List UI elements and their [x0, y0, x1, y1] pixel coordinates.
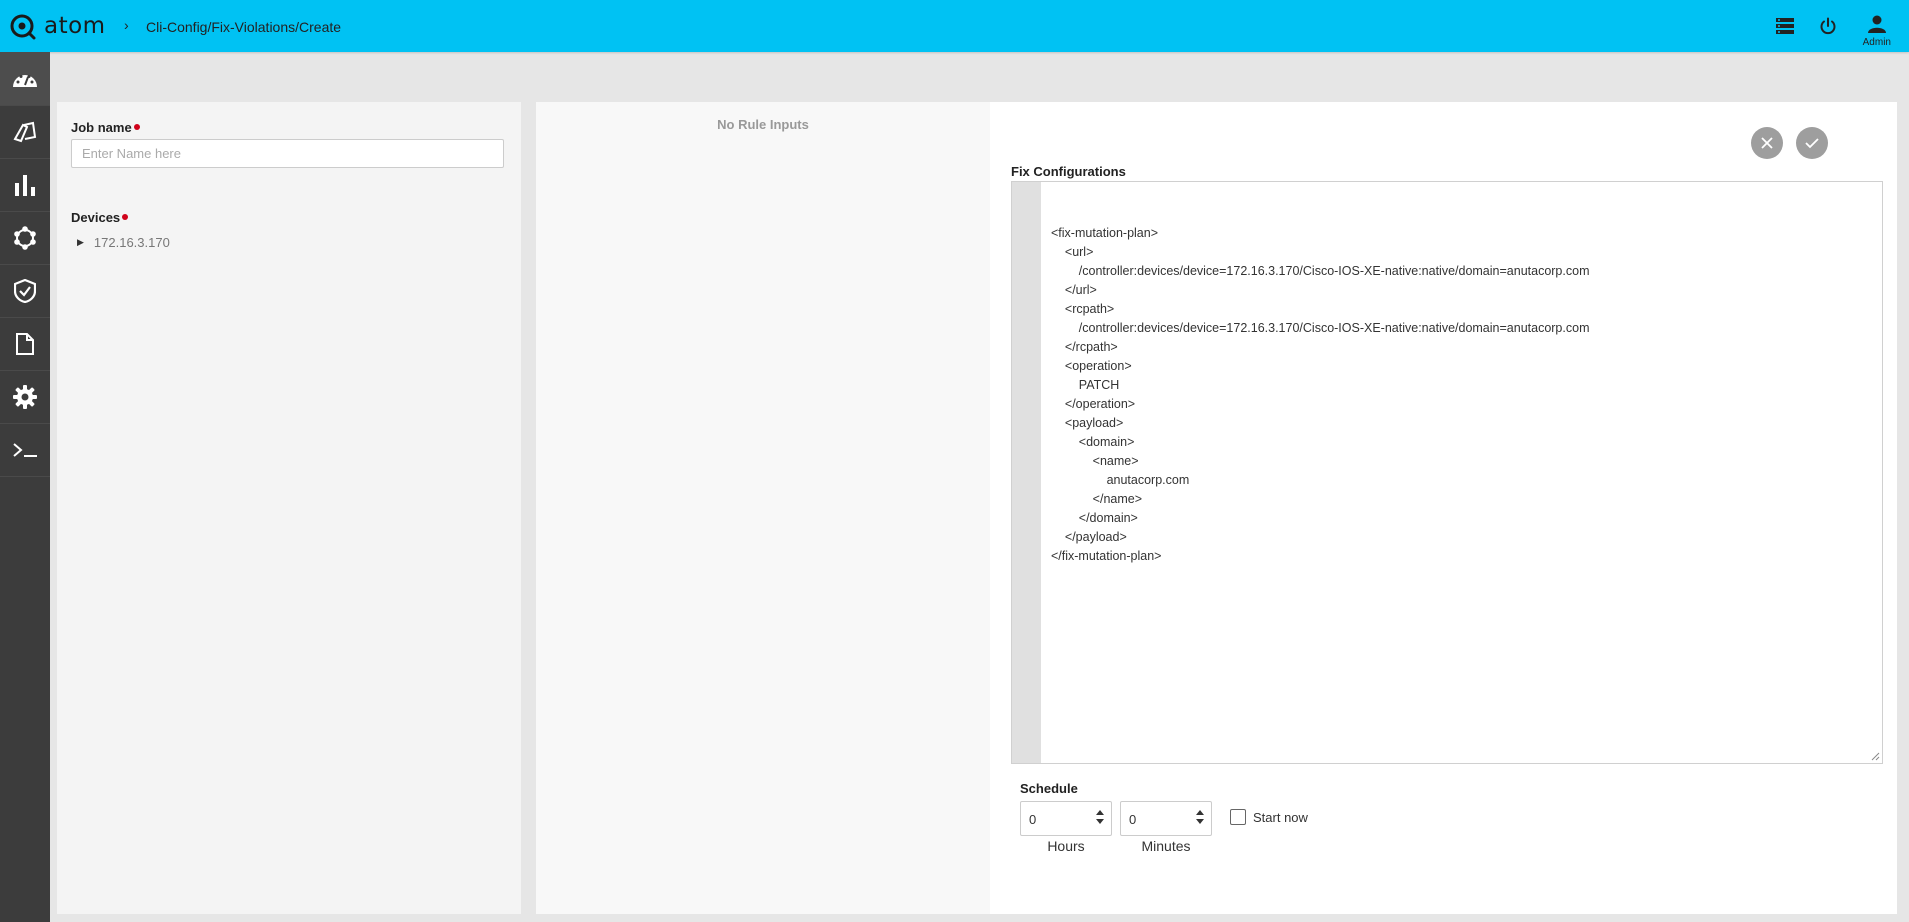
- start-now-checkbox[interactable]: [1230, 809, 1246, 825]
- resize-handle-icon[interactable]: [1870, 751, 1880, 761]
- document-icon: [16, 332, 34, 355]
- editor-gutter: [1012, 182, 1041, 763]
- breadcrumb: Cli-Config/Fix-Violations/Create: [146, 19, 342, 35]
- fix-config-editor[interactable]: <fix-mutation-plan> <url> /controller:de…: [1011, 181, 1883, 764]
- sidebar-item-settings[interactable]: [0, 370, 50, 424]
- device-tree-item[interactable]: ▶ 172.16.3.170: [77, 235, 170, 250]
- app-logo[interactable]: atom: [8, 11, 106, 41]
- hours-value: 0: [1029, 812, 1037, 827]
- sidebar-item-terminal[interactable]: [0, 423, 50, 477]
- job-form-panel: Job name Devices ▶ 172.16.3.170: [57, 102, 521, 914]
- minutes-label: Minutes: [1141, 838, 1191, 854]
- fix-configurations-label: Fix Configurations: [1011, 164, 1126, 179]
- rule-inputs-panel: No Rule Inputs: [536, 102, 990, 914]
- resource-manager-icon: [13, 121, 37, 142]
- compliance-icon: [14, 278, 36, 303]
- hours-stepper[interactable]: 0: [1020, 801, 1112, 836]
- fix-config-code[interactable]: <fix-mutation-plan> <url> /controller:de…: [1051, 224, 1589, 566]
- sidebar-item-documents[interactable]: [0, 317, 50, 371]
- sidebar-item-dashboard[interactable]: [0, 52, 50, 106]
- breadcrumb-separator: ›: [124, 17, 129, 33]
- sidebar-item-resources[interactable]: [0, 105, 50, 159]
- minutes-stepper[interactable]: 0: [1120, 801, 1212, 836]
- check-icon: [1805, 138, 1819, 149]
- job-name-label: Job name: [71, 120, 140, 135]
- schedule-label: Schedule: [1020, 781, 1078, 796]
- no-rule-inputs-text: No Rule Inputs: [717, 117, 809, 132]
- stepper-arrows-icon[interactable]: [1196, 810, 1204, 824]
- cancel-button[interactable]: [1751, 127, 1783, 159]
- required-indicator: [133, 124, 140, 130]
- submit-button[interactable]: [1796, 127, 1828, 159]
- hours-label: Hours: [1047, 838, 1085, 854]
- sidebar-item-analytics[interactable]: [0, 158, 50, 212]
- power-icon[interactable]: [1816, 14, 1840, 38]
- devices-label: Devices: [71, 210, 129, 225]
- close-icon: [1761, 137, 1773, 149]
- start-now-label[interactable]: Start now: [1253, 810, 1308, 825]
- expand-arrow-icon[interactable]: ▶: [77, 237, 84, 248]
- device-name: 172.16.3.170: [93, 235, 170, 250]
- terminal-icon: [13, 442, 37, 457]
- topology-icon: [14, 225, 36, 250]
- required-indicator: [122, 214, 129, 220]
- fix-config-panel: Fix Configurations <fix-mutation-plan> <…: [990, 102, 1897, 914]
- sidebar-item-topology[interactable]: [0, 211, 50, 265]
- stepper-arrows-icon[interactable]: [1096, 810, 1104, 824]
- sidebar-item-compliance[interactable]: [0, 264, 50, 318]
- top-bar: atom › Cli-Config/Fix-Violations/Create …: [0, 0, 1909, 52]
- server-list-icon[interactable]: [1773, 14, 1797, 38]
- user-icon[interactable]: [1865, 12, 1889, 36]
- sidebar: [0, 52, 50, 922]
- user-label: Admin: [1862, 37, 1891, 48]
- atom-logo-icon: [10, 14, 36, 40]
- dashboard-icon: [13, 74, 37, 87]
- analytics-icon: [15, 174, 35, 196]
- job-name-input[interactable]: [71, 139, 504, 168]
- app-name: atom: [44, 13, 106, 39]
- minutes-value: 0: [1129, 812, 1137, 827]
- settings-icon: [13, 384, 37, 409]
